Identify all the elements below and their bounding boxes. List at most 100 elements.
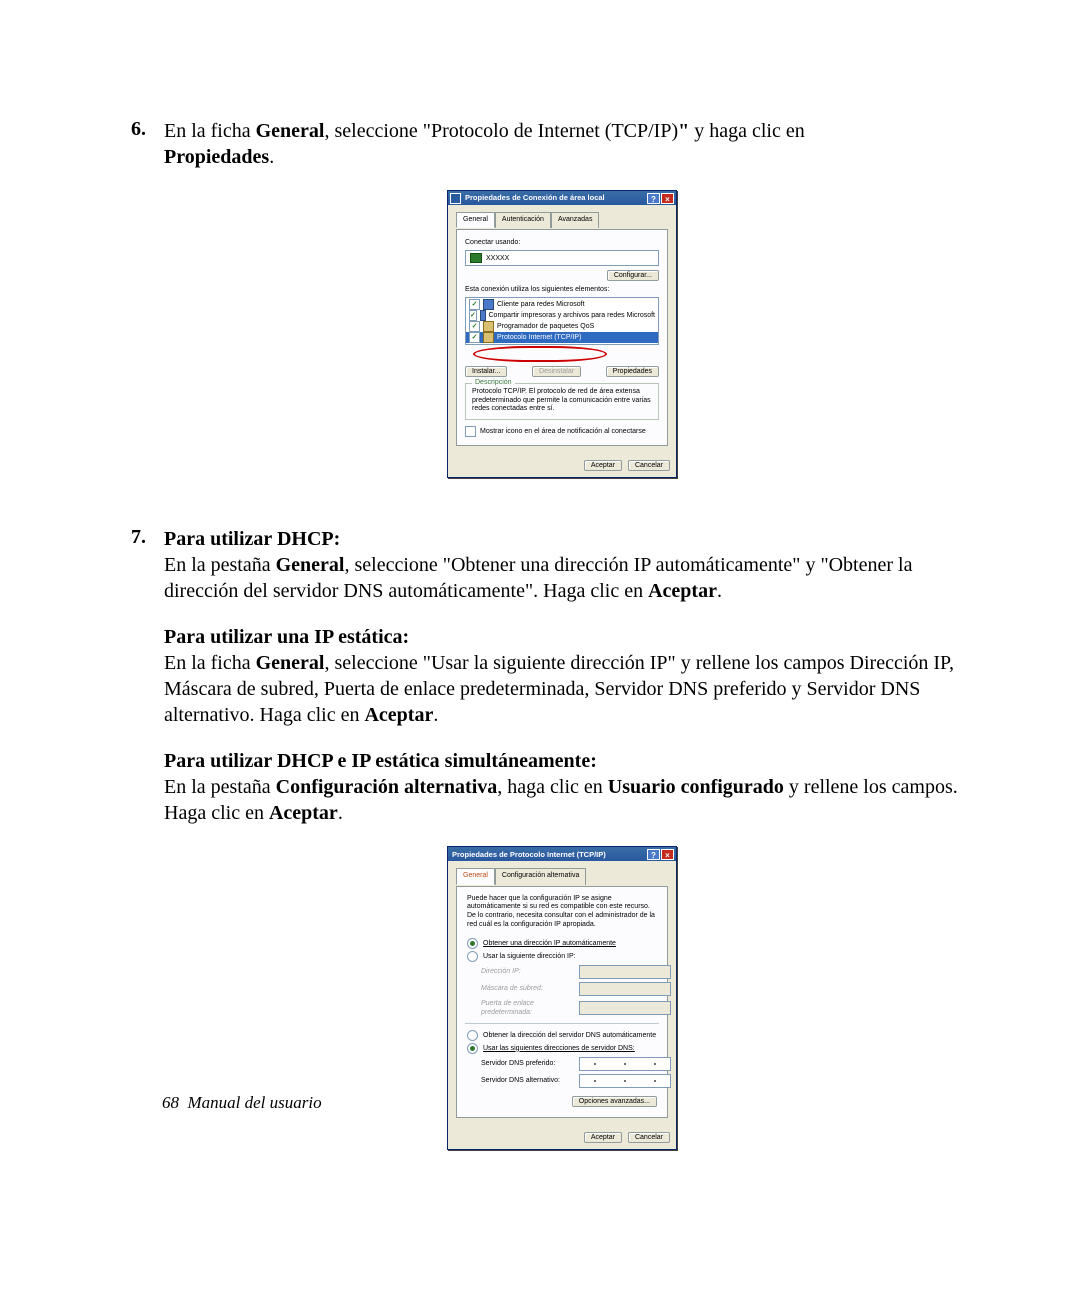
- tab-advanced[interactable]: Avanzadas: [551, 212, 600, 228]
- dialog-lan-properties: Propiedades de Conexión de área local ? …: [447, 190, 677, 478]
- item3-label: Programador de paquetes QoS: [497, 321, 594, 332]
- t: Aceptar: [364, 704, 433, 726]
- protocol-icon: [483, 332, 494, 343]
- advanced-options-button[interactable]: Opciones avanzadas...: [572, 1096, 657, 1107]
- ip-field: [579, 965, 671, 979]
- show-icon-checkbox[interactable]: ✓: [465, 426, 476, 437]
- label-mask: Máscara de subred:: [481, 984, 579, 993]
- step6-text-d: .: [269, 146, 274, 168]
- dialog1-titlebar: Propiedades de Conexión de área local ? …: [448, 191, 676, 205]
- page-footer: 68 Manual del usuario: [162, 1093, 322, 1113]
- heading-static: Para utilizar una IP estática:: [164, 624, 960, 650]
- checkbox-icon[interactable]: ✓: [469, 321, 480, 332]
- page-number: 68: [162, 1093, 179, 1112]
- radio-label: Obtener la dirección del servidor DNS au…: [483, 1031, 656, 1040]
- dns2-field[interactable]: [579, 1074, 671, 1088]
- label-gateway: Puerta de enlace predeterminada:: [481, 999, 579, 1017]
- t: .: [338, 802, 343, 824]
- help-button[interactable]: ?: [647, 193, 660, 204]
- separator: [465, 1023, 659, 1024]
- item1-label: Cliente para redes Microsoft: [497, 299, 585, 310]
- description-legend: Descripción: [472, 378, 515, 387]
- close-button[interactable]: ×: [661, 849, 674, 860]
- t: Configuración alternativa: [276, 776, 498, 798]
- close-button[interactable]: ×: [661, 193, 674, 204]
- highlight-ellipse: [473, 346, 607, 362]
- radio-icon[interactable]: [467, 1043, 478, 1054]
- radio-static-ip[interactable]: Usar la siguiente dirección IP:: [467, 951, 657, 962]
- footer-text: Manual del usuario: [188, 1093, 322, 1112]
- t: Aceptar: [648, 580, 717, 602]
- tab-general[interactable]: General: [456, 868, 495, 884]
- step-6-number: 6.: [120, 118, 146, 508]
- cancel-button[interactable]: Cancelar: [628, 1132, 670, 1143]
- dialog2-title: Propiedades de Protocolo Internet (TCP/I…: [450, 850, 646, 860]
- step6-propiedades: Propiedades: [164, 146, 269, 168]
- radio-label: Obtener una dirección IP automáticamente: [483, 939, 616, 948]
- configure-button[interactable]: Configurar...: [607, 270, 659, 281]
- label-ip: Dirección IP:: [481, 967, 579, 976]
- t: En la ficha: [164, 652, 256, 674]
- dns1-field[interactable]: [579, 1057, 671, 1071]
- t: En la pestaña: [164, 554, 276, 576]
- item4-label: Protocolo Internet (TCP/IP): [497, 332, 581, 343]
- checkbox-icon[interactable]: ✓: [469, 332, 480, 343]
- step6-text-c: y haga clic en: [689, 120, 805, 142]
- step6-text-b: , seleccione "Protocolo de Internet (TCP…: [325, 120, 679, 142]
- radio-icon[interactable]: [467, 938, 478, 949]
- tab-auth[interactable]: Autenticación: [495, 212, 551, 228]
- list-item-tcpip[interactable]: ✓ Protocolo Internet (TCP/IP): [466, 332, 658, 343]
- show-icon-label: Mostrar icono en el área de notificación…: [480, 427, 646, 436]
- t: , haga clic en: [497, 776, 608, 798]
- step6-general: General: [256, 120, 325, 142]
- share-icon: [480, 310, 486, 321]
- checkbox-icon[interactable]: ✓: [469, 310, 477, 321]
- description-text: Protocolo TCP/IP. El protocolo de red de…: [472, 388, 652, 413]
- radio-icon[interactable]: [467, 951, 478, 962]
- step-7-body: Para utilizar DHCP: En la pestaña Genera…: [164, 526, 960, 1179]
- t: En la pestaña: [164, 776, 276, 798]
- step-7-number: 7.: [120, 526, 146, 1179]
- intro-text: Puede hacer que la configuración IP se a…: [467, 895, 657, 930]
- uninstall-button: Desinstalar: [532, 366, 581, 377]
- label-dns2: Servidor DNS alternativo:: [481, 1076, 579, 1085]
- checkbox-icon[interactable]: ✓: [469, 299, 480, 310]
- mask-field: [579, 982, 671, 996]
- dialog2-titlebar: Propiedades de Protocolo Internet (TCP/I…: [448, 847, 676, 861]
- client-icon: [483, 299, 494, 310]
- list-item[interactable]: ✓ Compartir impresoras y archivos para r…: [466, 310, 658, 321]
- elements-label: Esta conexión utiliza los siguientes ele…: [465, 285, 659, 294]
- radio-auto-ip[interactable]: Obtener una dirección IP automáticamente: [467, 938, 657, 949]
- t: Aceptar: [269, 802, 338, 824]
- t: Usuario configurado: [608, 776, 784, 798]
- step6-text-a: En la ficha: [164, 120, 256, 142]
- list-item[interactable]: ✓ Cliente para redes Microsoft: [466, 299, 658, 310]
- description-fieldset: Descripción Protocolo TCP/IP. El protoco…: [465, 383, 659, 420]
- radio-auto-dns[interactable]: Obtener la dirección del servidor DNS au…: [467, 1030, 657, 1041]
- dialog-tcpip-properties: Propiedades de Protocolo Internet (TCP/I…: [447, 846, 677, 1149]
- window-icon: [450, 193, 461, 204]
- radio-static-dns[interactable]: Usar las siguientes direcciones de servi…: [467, 1043, 657, 1054]
- accept-button[interactable]: Aceptar: [584, 460, 622, 471]
- radio-icon[interactable]: [467, 1030, 478, 1041]
- install-button[interactable]: Instalar...: [465, 366, 507, 377]
- accept-button[interactable]: Aceptar: [584, 1132, 622, 1143]
- adapter-field: XXXXX: [465, 250, 659, 266]
- dialog1-title: Propiedades de Conexión de área local: [463, 193, 646, 203]
- cancel-button[interactable]: Cancelar: [628, 460, 670, 471]
- help-button[interactable]: ?: [647, 849, 660, 860]
- t: .: [433, 704, 438, 726]
- label-dns1: Servidor DNS preferido:: [481, 1059, 579, 1068]
- properties-button[interactable]: Propiedades: [606, 366, 659, 377]
- t: General: [256, 652, 325, 674]
- gateway-field: [579, 1001, 671, 1015]
- step-6-body: En la ficha General, seleccione "Protoco…: [164, 118, 960, 508]
- item2-label: Compartir impresoras y archivos para red…: [489, 310, 656, 321]
- connect-using-label: Conectar usando:: [465, 238, 659, 247]
- radio-label: Usar la siguiente dirección IP:: [483, 952, 576, 961]
- tab-general[interactable]: General: [456, 212, 495, 228]
- list-item[interactable]: ✓ Programador de paquetes QoS: [466, 321, 658, 332]
- nic-icon: [470, 253, 482, 263]
- components-listbox[interactable]: ✓ Cliente para redes Microsoft ✓ Compart…: [465, 297, 659, 345]
- tab-alt-config[interactable]: Configuración alternativa: [495, 868, 586, 884]
